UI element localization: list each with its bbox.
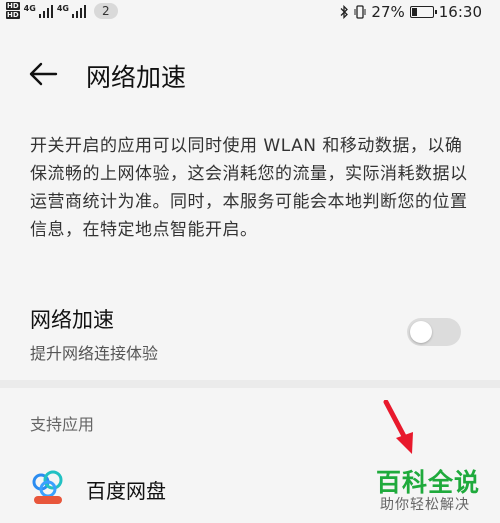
network-acceleration-toggle[interactable] <box>407 318 461 346</box>
page-title: 网络加速 <box>86 63 187 92</box>
vibrate-icon <box>354 5 366 19</box>
signal1-label: 4G <box>23 4 36 13</box>
signal-icon: 4G <box>24 4 53 18</box>
battery-icon <box>409 6 437 18</box>
battery-percent: 27% <box>371 3 405 21</box>
signal-icon-2: 4G <box>57 4 86 18</box>
hd-top-label: HD <box>6 2 20 10</box>
notification-badge: 2 <box>93 3 118 19</box>
hd-bottom-label: HD <box>6 11 20 19</box>
status-bar: HD HD 4G 4G 2 27% 16:30 <box>0 0 500 26</box>
baidu-netdisk-icon <box>32 470 63 504</box>
annotation-arrow-icon <box>383 400 413 454</box>
header: 网络加速 <box>0 48 500 98</box>
network-acceleration-setting[interactable]: 网络加速 提升网络连接体验 <box>0 298 500 370</box>
setting-subtitle: 提升网络连接体验 <box>30 344 159 363</box>
hd-indicator: HD HD <box>6 2 20 20</box>
bluetooth-icon <box>340 5 349 19</box>
section-divider <box>0 380 500 388</box>
setting-title: 网络加速 <box>30 308 114 332</box>
status-left: HD HD 4G 4G 2 <box>6 2 118 20</box>
toggle-knob <box>410 321 432 343</box>
watermark-subtitle: 助你轻松解决 <box>380 497 470 513</box>
description-text: 开关开启的应用可以同时使用 WLAN 和移动数据，以确保流畅的上网体验，这会消耗… <box>30 136 468 240</box>
status-right: 27% 16:30 <box>339 3 482 21</box>
section-label: 支持应用 <box>30 415 95 434</box>
signal2-label: 4G <box>56 4 69 13</box>
arrow-left-icon[interactable] <box>28 61 58 87</box>
app-name: 百度网盘 <box>86 479 166 503</box>
status-time: 16:30 <box>438 3 482 21</box>
